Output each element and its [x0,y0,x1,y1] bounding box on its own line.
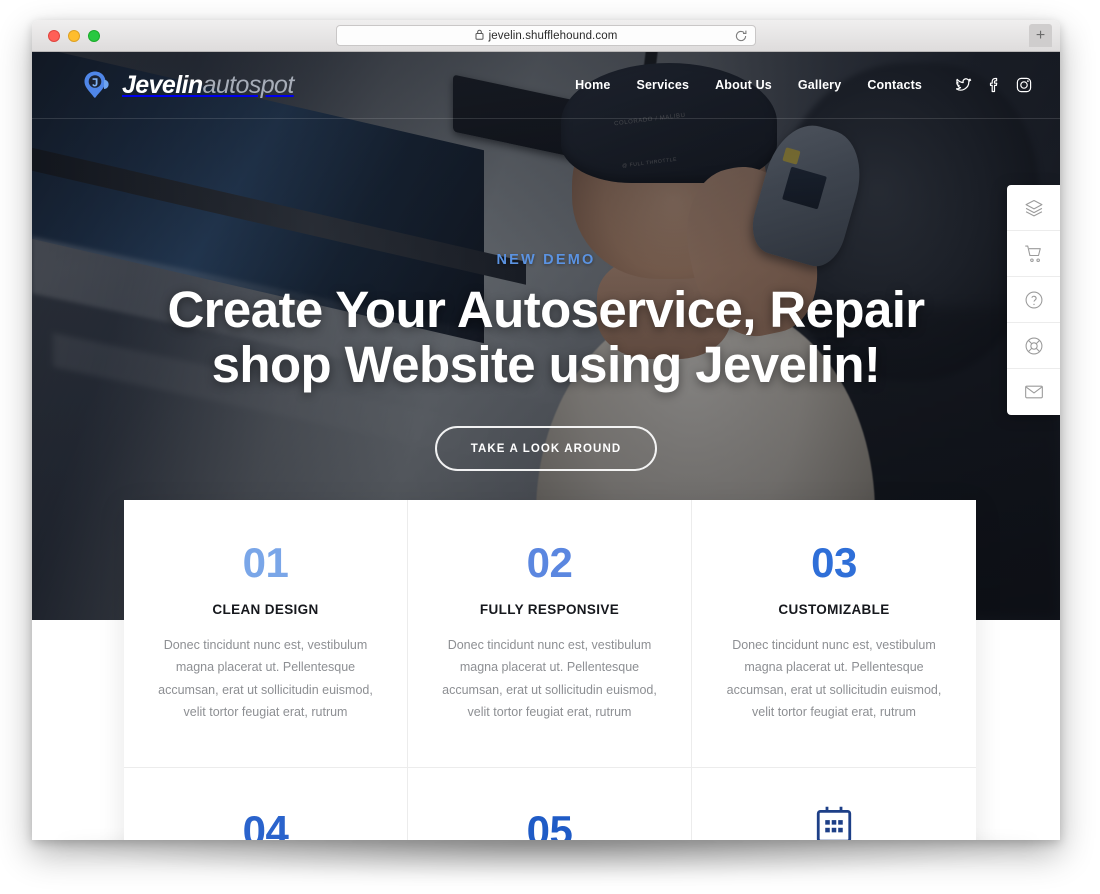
feature-cell-04: 04 MULTI-PURPOSE Donec tincidunt nunc es… [124,768,408,840]
feature-number: 02 [526,539,573,586]
reload-icon[interactable] [734,29,748,43]
features-row-2: 04 MULTI-PURPOSE Donec tincidunt nunc es… [124,768,976,840]
feature-title: CLEAN DESIGN [212,602,319,617]
nav-item-about-us[interactable]: About Us [715,78,772,92]
feature-title: CUSTOMIZABLE [778,602,890,617]
jevelin-logo-mark-icon [82,70,112,100]
calendar-icon [813,804,855,840]
features-card: 01 CLEAN DESIGN Donec tincidunt nunc est… [124,500,976,840]
site-logo[interactable]: Jevelinautospot [82,70,294,100]
hero-title-line1: Create Your Autoservice, Repair [167,281,925,338]
hero-title: Create Your Autoservice, Repair shop Web… [32,282,1060,392]
browser-chrome: jevelin.shufflehound.com + [32,20,1060,52]
instagram-icon[interactable] [1016,77,1032,93]
nav-item-home[interactable]: Home [575,78,610,92]
feature-number: 03 [811,539,857,586]
logo-text: Jevelinautospot [122,70,295,99]
header-divider [32,118,1060,119]
close-window-button[interactable] [48,29,60,42]
new-tab-label: + [1035,26,1046,44]
nav-item-gallery[interactable]: Gallery [798,78,841,92]
traffic-lights [32,29,100,42]
nav-item-contacts[interactable]: Contacts [867,78,922,92]
new-tab-button[interactable]: + [1029,24,1052,47]
take-a-look-around-button[interactable]: TAKE A LOOK AROUND [434,426,658,472]
feature-title: FULLY RESPONSIVE [479,602,620,617]
cart-icon[interactable] [1007,231,1060,277]
feature-number: 04 [242,807,289,841]
layers-icon[interactable] [1007,185,1060,231]
hero-title-line2: shop Website using Jevelin! [211,336,881,394]
window-drop-shadow [60,838,1035,878]
feature-cell-05: 05 ONE CLICK INSTALL Donec tincidunt nun… [408,768,692,840]
url-text: jevelin.shufflehound.com [488,29,618,42]
facebook-icon[interactable] [986,77,1002,93]
feature-description: Donec tincidunt nunc est, vestibulum mag… [442,638,657,719]
feature-cell-02: 02 FULLY RESPONSIVE Donec tincidunt nunc… [408,500,692,768]
nav-item-services[interactable]: Services [636,78,689,92]
feature-number: 01 [242,539,289,586]
feature-cell-03: 03 CUSTOMIZABLE Donec tincidunt nunc est… [692,500,976,768]
feature-number: 05 [526,807,573,841]
feature-cell-01: 01 CLEAN DESIGN Donec tincidunt nunc est… [124,500,408,768]
feature-description: Donec tincidunt nunc est, vestibulum mag… [158,638,373,719]
features-row-1: 01 CLEAN DESIGN Donec tincidunt nunc est… [124,500,976,768]
site-viewport: COLORADO / MALIBU @ FULL THROTTLE [32,52,1060,840]
social-links [955,77,1032,93]
lifebuoy-icon[interactable] [1007,323,1060,369]
envelope-icon[interactable] [1007,369,1060,415]
appointment-cell: DO YOU WANT TO SCHEDULE AN APPOINTMENT? [692,768,976,840]
maximize-window-button[interactable] [88,29,100,42]
feature-description: Donec tincidunt nunc est, vestibulum mag… [726,638,942,719]
hero-eyebrow: NEW DEMO [496,252,596,268]
site-header: Jevelinautospot Home Services About Us G… [32,52,1060,118]
lock-icon [475,29,484,43]
side-panel [1007,185,1060,415]
question-circle-icon[interactable] [1007,277,1060,323]
minimize-window-button[interactable] [68,29,80,42]
hero-content: NEW DEMO Create Your Autoservice, Repair… [32,252,1060,472]
main-navigation: Home Services About Us Gallery Contacts [575,77,1032,93]
twitter-icon[interactable] [955,77,972,93]
browser-window: jevelin.shufflehound.com + Jevelinautosp… [32,20,1060,840]
logo-brand: Jevelin [122,70,203,99]
logo-suffix: autospot [202,70,295,99]
address-bar[interactable]: jevelin.shufflehound.com [336,25,756,46]
